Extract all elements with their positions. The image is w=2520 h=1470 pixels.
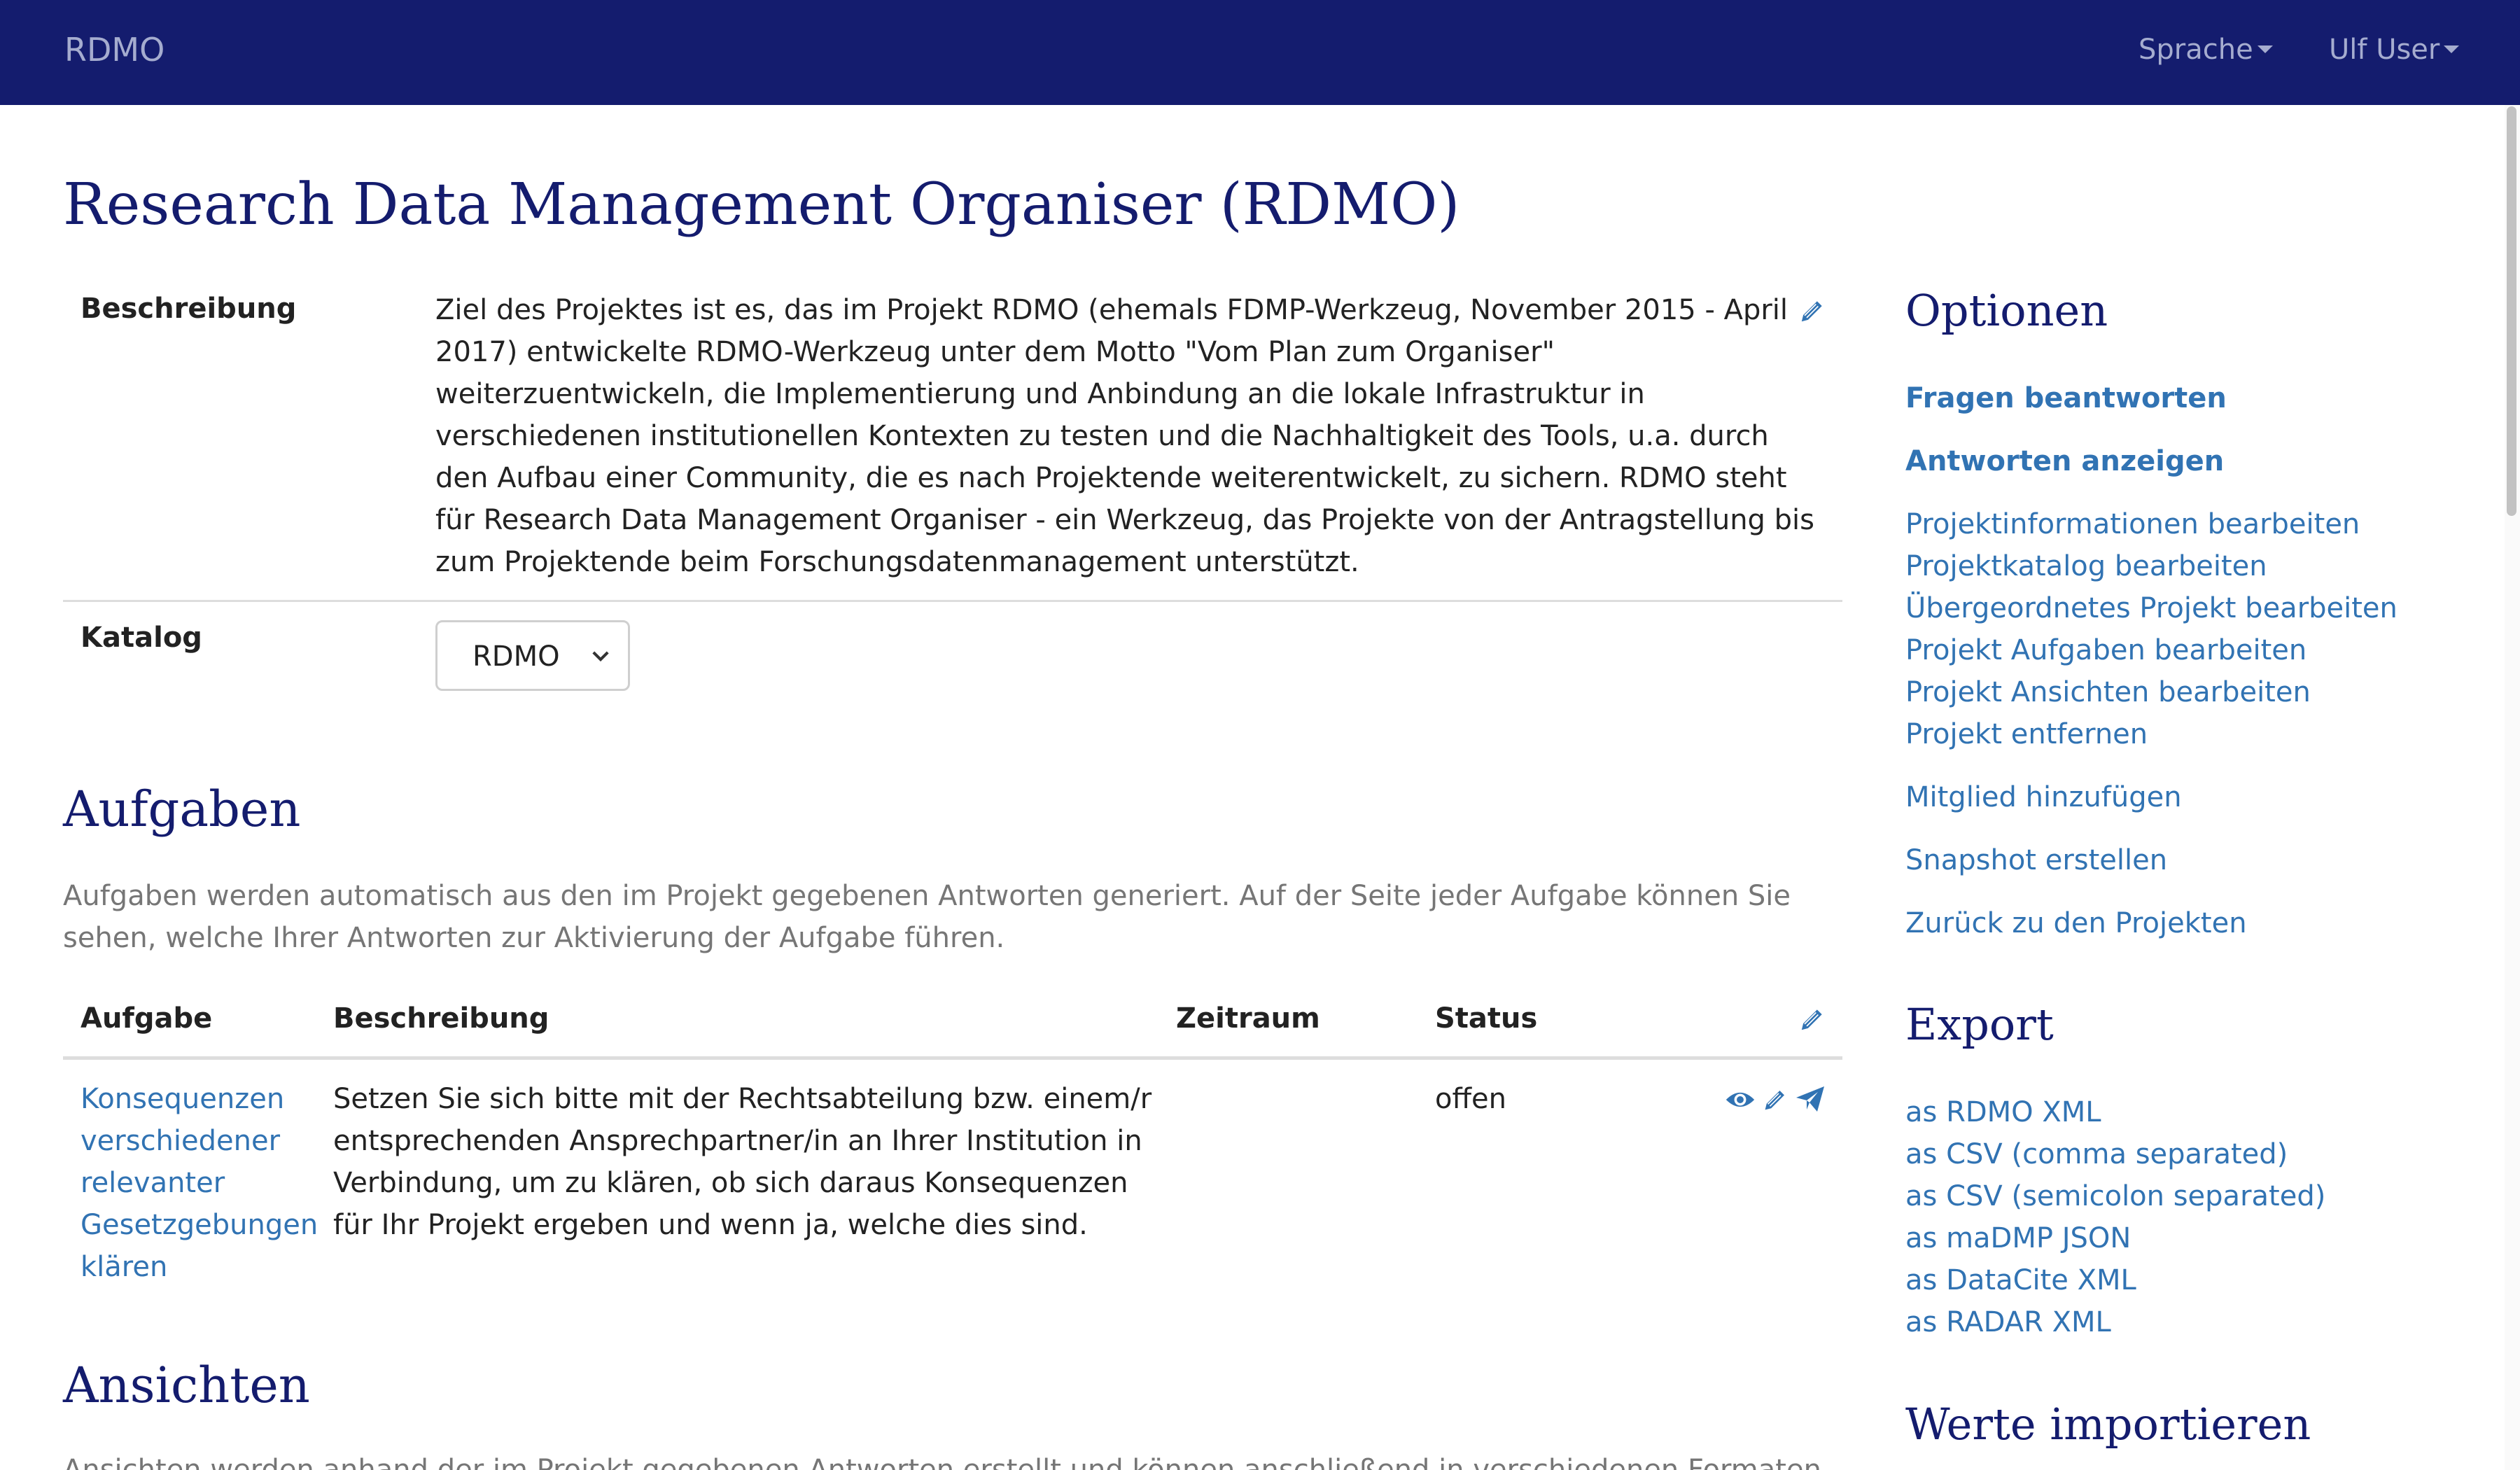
catalog-select[interactable]: RDMO bbox=[435, 620, 630, 691]
column-header-task: Aufgabe bbox=[80, 1002, 213, 1035]
column-header-status: Status bbox=[1435, 1002, 1538, 1035]
divider bbox=[63, 600, 1842, 602]
edit-tasks-pencil-icon[interactable] bbox=[1799, 1006, 1826, 1032]
export-madmp-json-link[interactable]: as maDMP JSON bbox=[1905, 1222, 2131, 1254]
user-menu-label: Ulf User bbox=[2329, 34, 2440, 66]
export-heading: Export bbox=[1905, 999, 2054, 1050]
caret-down-icon bbox=[2257, 45, 2273, 53]
delete-project-link[interactable]: Projekt entfernen bbox=[1905, 718, 2148, 750]
chevron-down-icon bbox=[592, 651, 609, 662]
edit-project-catalog-link[interactable]: Projektkatalog bearbeiten bbox=[1905, 550, 2267, 582]
import-values-heading: Werte importieren bbox=[1905, 1399, 2311, 1450]
back-to-projects-link[interactable]: Zurück zu den Projekten bbox=[1905, 907, 2247, 939]
view-answers-link[interactable]: Antworten anzeigen bbox=[1905, 445, 2224, 477]
column-header-description: Beschreibung bbox=[333, 1002, 550, 1035]
export-csv-semicolon-link[interactable]: as CSV (semicolon separated) bbox=[1905, 1180, 2325, 1212]
edit-project-tasks-link[interactable]: Projekt Aufgaben bearbeiten bbox=[1905, 634, 2306, 666]
create-snapshot-link[interactable]: Snapshot erstellen bbox=[1905, 844, 2167, 876]
task-description: Setzen Sie sich bitte mit der Rechtsabte… bbox=[333, 1083, 1152, 1241]
add-member-link[interactable]: Mitglied hinzufügen bbox=[1905, 781, 2182, 813]
tasks-intro: Aufgaben werden automatisch aus den im P… bbox=[63, 880, 1791, 954]
export-radar-xml-link[interactable]: as RADAR XML bbox=[1905, 1306, 2111, 1338]
views-intro: Ansichten werden anhand der im Projekt g… bbox=[63, 1454, 1821, 1470]
edit-parent-project-link[interactable]: Übergeordnetes Projekt bearbeiten bbox=[1905, 592, 2398, 624]
edit-description-pencil-icon[interactable] bbox=[1799, 298, 1826, 324]
caret-down-icon bbox=[2444, 45, 2460, 53]
catalog-label: Katalog bbox=[80, 622, 202, 654]
task-status: offen bbox=[1435, 1083, 1506, 1115]
language-menu-label: Sprache bbox=[2138, 34, 2253, 66]
options-heading: Optionen bbox=[1905, 285, 2108, 336]
user-menu[interactable]: Ulf User bbox=[2329, 34, 2460, 66]
task-link[interactable]: Konsequenzen verschiedener relevanter Ge… bbox=[80, 1078, 318, 1288]
tasks-heading: Aufgaben bbox=[63, 780, 301, 838]
view-task-eye-icon[interactable] bbox=[1725, 1086, 1756, 1113]
edit-task-pencil-icon[interactable] bbox=[1763, 1087, 1788, 1112]
scrollbar-thumb[interactable] bbox=[2507, 106, 2516, 516]
project-description: Ziel des Projektes ist es, das im Projek… bbox=[435, 294, 1814, 578]
top-navbar: RDMO Sprache Ulf User bbox=[0, 0, 2520, 105]
description-label: Beschreibung bbox=[80, 293, 297, 325]
catalog-select-value: RDMO bbox=[472, 640, 560, 673]
page-title: Research Data Management Organiser (RDMO… bbox=[63, 172, 1460, 238]
views-heading: Ansichten bbox=[63, 1357, 310, 1414]
edit-project-views-link[interactable]: Projekt Ansichten bearbeiten bbox=[1905, 676, 2311, 708]
export-datacite-xml-link[interactable]: as DataCite XML bbox=[1905, 1264, 2136, 1296]
answer-questions-link[interactable]: Fragen beantworten bbox=[1905, 382, 2227, 414]
brand-logo[interactable]: RDMO bbox=[64, 31, 164, 69]
send-task-icon[interactable] bbox=[1795, 1085, 1826, 1113]
export-csv-comma-link[interactable]: as CSV (comma separated) bbox=[1905, 1138, 2288, 1170]
column-header-period: Zeitraum bbox=[1176, 1002, 1320, 1035]
edit-project-info-link[interactable]: Projektinformationen bearbeiten bbox=[1905, 508, 2360, 540]
language-menu[interactable]: Sprache bbox=[2138, 34, 2273, 66]
export-rdmo-xml-link[interactable]: as RDMO XML bbox=[1905, 1096, 2101, 1128]
table-header-divider bbox=[63, 1056, 1842, 1060]
